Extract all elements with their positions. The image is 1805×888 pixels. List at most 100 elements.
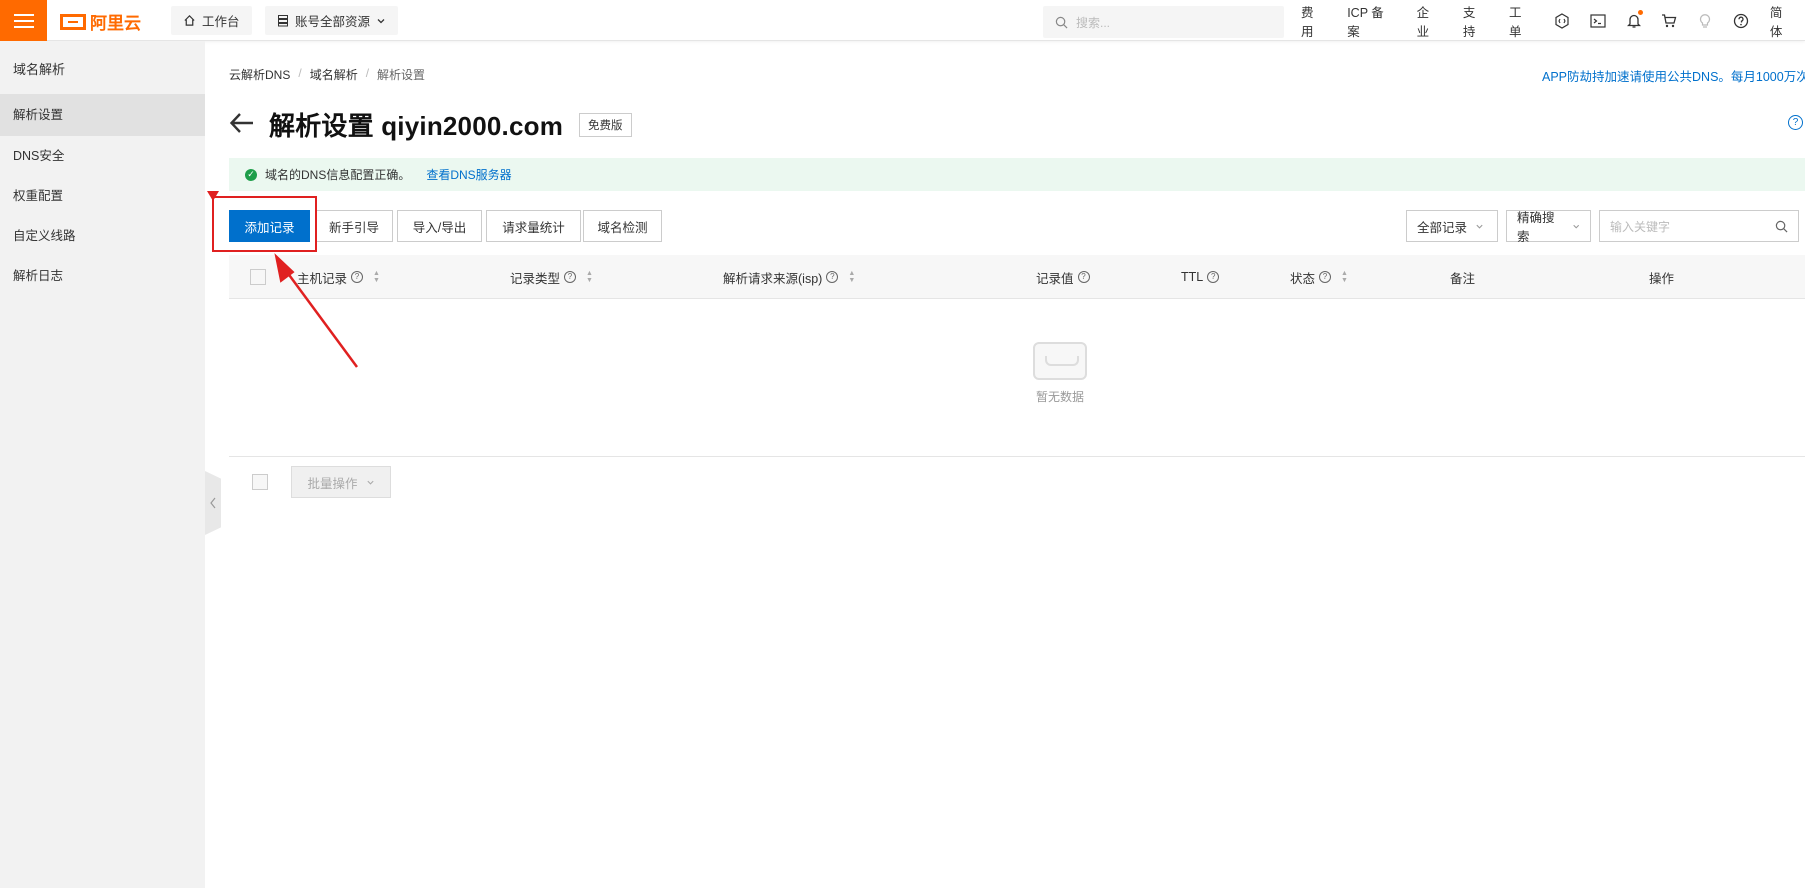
column-actions: 操作: [1649, 255, 1674, 299]
batch-operations-dropdown[interactable]: 批量操作: [291, 466, 391, 498]
language-switch[interactable]: 简体: [1759, 2, 1805, 40]
help-icon[interactable]: [1723, 13, 1759, 29]
empty-inbox-icon: [1033, 342, 1087, 380]
question-icon[interactable]: ?: [826, 271, 839, 283]
column-label: 记录值: [1036, 271, 1074, 286]
edition-badge: 免费版: [579, 112, 632, 137]
promo-link[interactable]: APP防劫持加速请使用公共DNS。每月1000万次htt: [1542, 66, 1805, 85]
column-record-value: 记录值?: [1036, 255, 1090, 299]
guide-button[interactable]: 新手引导: [315, 210, 393, 242]
domain-check-button[interactable]: 域名检测: [583, 210, 662, 242]
column-label: 备注: [1450, 271, 1476, 286]
page-help-icon[interactable]: ?: [1788, 115, 1803, 130]
question-icon[interactable]: ?: [1207, 271, 1220, 283]
sidebar-item-dns-logs[interactable]: 解析日志: [0, 256, 205, 296]
back-arrow-icon[interactable]: [229, 111, 255, 139]
search-mode-select[interactable]: 精确搜索: [1506, 210, 1591, 244]
question-icon[interactable]: ?: [351, 271, 364, 283]
breadcrumb-item-cloud-dns[interactable]: 云解析DNS: [229, 66, 290, 83]
link-enterprise[interactable]: 企业: [1406, 2, 1452, 40]
footer-select-all-checkbox[interactable]: [252, 474, 268, 490]
breadcrumb: 云解析DNS / 域名解析 / 解析设置: [229, 66, 425, 83]
empty-state: 暂无数据: [1010, 342, 1110, 405]
column-label: 解析请求来源(isp): [723, 271, 823, 286]
column-host-record: 主机记录? ▲ ▼: [297, 255, 380, 299]
cart-icon[interactable]: [1652, 13, 1688, 28]
top-links: 费用 ICP 备案 企业 支持 工单 简体: [1290, 0, 1805, 41]
breadcrumb-item-current: 解析设置: [377, 68, 426, 82]
sort-icon[interactable]: ▲ ▼: [373, 270, 380, 284]
logo-mark-icon: [60, 13, 86, 30]
global-search-input[interactable]: 搜索...: [1043, 6, 1284, 38]
search-icon[interactable]: [1775, 220, 1788, 233]
breadcrumb-item-domain-dns[interactable]: 域名解析: [310, 66, 358, 83]
link-ticket[interactable]: 工单: [1498, 2, 1544, 40]
column-label: TTL: [1181, 270, 1204, 284]
workbench-button[interactable]: 工作台: [171, 6, 252, 35]
keyword-placeholder: 输入关键字: [1610, 219, 1671, 234]
sidebar-item-weight-config[interactable]: 权重配置: [0, 176, 205, 216]
import-export-button[interactable]: 导入/导出: [397, 210, 482, 242]
link-support[interactable]: 支持: [1452, 2, 1498, 40]
chevron-left-icon: [210, 497, 216, 509]
resources-icon: [278, 15, 288, 27]
breadcrumb-separator: /: [298, 66, 302, 80]
empty-text: 暂无数据: [1035, 390, 1084, 404]
logo-text: 阿里云: [90, 14, 141, 33]
record-filter-select[interactable]: 全部记录: [1406, 210, 1498, 242]
search-mode-value: 精确搜索: [1517, 211, 1555, 244]
sidebar-item-dns-security[interactable]: DNS安全: [0, 136, 205, 176]
column-label: 记录类型: [510, 271, 561, 286]
cloud-shell-icon[interactable]: [1544, 12, 1580, 29]
terminal-icon[interactable]: [1580, 13, 1616, 28]
sort-icon[interactable]: ▲ ▼: [586, 270, 593, 284]
column-record-type: 记录类型? ▲ ▼: [510, 255, 593, 299]
bell-icon[interactable]: [1616, 9, 1652, 29]
aliyun-logo[interactable]: 阿里云: [60, 9, 141, 34]
request-stats-button[interactable]: 请求量统计: [486, 210, 581, 242]
link-icp[interactable]: ICP 备案: [1336, 2, 1405, 40]
resources-label: 账号全部资源: [295, 15, 371, 29]
sidebar-title[interactable]: 域名解析: [0, 41, 205, 94]
home-icon: [184, 15, 195, 26]
sidebar-item-custom-lines[interactable]: 自定义线路: [0, 216, 205, 256]
lightbulb-icon[interactable]: [1687, 13, 1723, 29]
chevron-down-icon: [1476, 224, 1483, 229]
record-filter-value: 全部记录: [1417, 220, 1468, 235]
menu-icon[interactable]: [0, 0, 47, 41]
search-icon: [1055, 16, 1068, 28]
global-search-placeholder: 搜索...: [1076, 15, 1111, 30]
alert-text: 域名的DNS信息配置正确。: [265, 168, 411, 182]
page-title: 解析设置 qiyin2000.com: [269, 111, 564, 141]
chevron-down-icon: [377, 18, 385, 23]
keyword-search-input[interactable]: 输入关键字: [1599, 210, 1799, 242]
question-icon[interactable]: ?: [1319, 271, 1332, 283]
table-footer-divider: [229, 456, 1805, 457]
sidebar-item-dns-settings[interactable]: 解析设置: [0, 94, 205, 136]
chevron-down-icon: [1572, 224, 1579, 228]
column-status: 状态? ▲ ▼: [1290, 255, 1348, 299]
question-icon[interactable]: ?: [1077, 271, 1090, 283]
link-fees[interactable]: 费用: [1290, 2, 1336, 40]
top-navbar: 阿里云 工作台 账号全部资源 搜索... 费用 ICP 备案 企业 支持 工单: [0, 0, 1805, 41]
sort-icon[interactable]: ▲ ▼: [848, 270, 855, 284]
column-ttl: TTL?: [1181, 255, 1220, 299]
records-table-header: 主机记录? ▲ ▼ 记录类型? ▲ ▼ 解析请求来源(isp)? ▲ ▼ 记录值? T…: [229, 255, 1805, 299]
column-label: 主机记录: [297, 271, 348, 286]
workbench-label: 工作台: [202, 15, 240, 29]
column-label: 状态: [1290, 271, 1316, 286]
column-remark: 备注: [1450, 255, 1475, 299]
batch-label: 批量操作: [307, 476, 358, 491]
annotation-highlight-box: [212, 196, 317, 252]
resources-dropdown[interactable]: 账号全部资源: [265, 6, 399, 35]
dns-status-alert: ✓ 域名的DNS信息配置正确。 查看DNS服务器: [229, 158, 1805, 191]
select-all-checkbox[interactable]: [250, 269, 266, 285]
sidebar-collapse-handle[interactable]: [205, 471, 221, 535]
chevron-down-icon: [366, 480, 374, 485]
column-label: 操作: [1649, 271, 1675, 286]
question-icon[interactable]: ?: [564, 271, 577, 283]
sidebar: 域名解析 解析设置 DNS安全 权重配置 自定义线路 解析日志: [0, 41, 205, 888]
view-dns-servers-link[interactable]: 查看DNS服务器: [426, 166, 511, 183]
sort-icon[interactable]: ▲ ▼: [1341, 270, 1348, 284]
breadcrumb-separator: /: [365, 66, 370, 80]
